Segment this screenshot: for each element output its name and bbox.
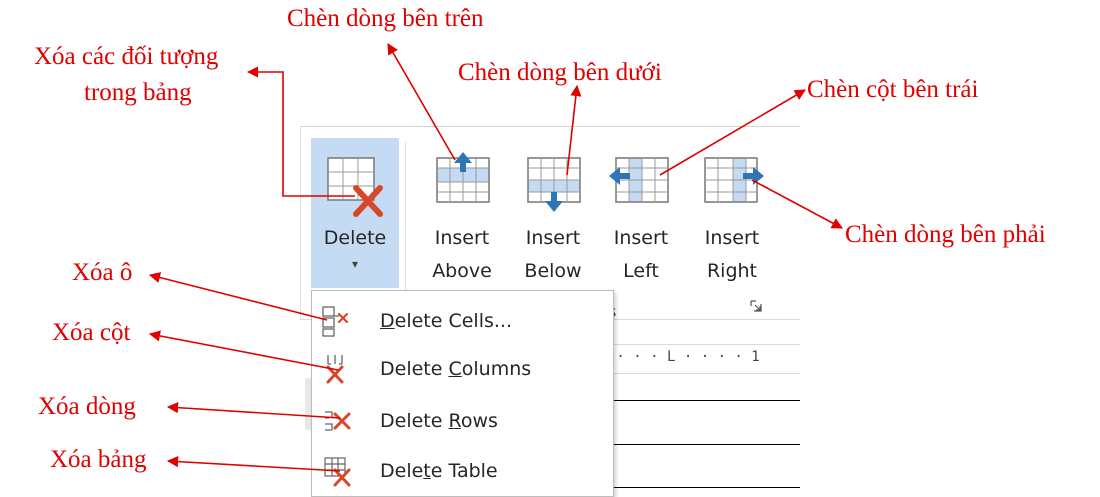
annotation-delete-cell: Xóa ô <box>72 259 133 286</box>
delete-table-grid-icon <box>320 146 390 222</box>
annotation-insert-row-above: Chèn dòng bên trên <box>287 5 484 32</box>
dialog-launcher-icon[interactable] <box>750 300 762 315</box>
insert-below-label-1: Insert <box>525 227 581 249</box>
insert-right-button[interactable]: Insert Right <box>693 138 771 288</box>
menu-item-delete-rows[interactable]: Delete Rows <box>312 399 613 443</box>
menu-item-label: Delete Table <box>380 460 498 482</box>
insert-right-icon <box>697 146 767 222</box>
insert-above-button[interactable]: Insert Above <box>423 138 501 288</box>
delete-columns-icon <box>319 352 357 386</box>
annotation-delete-table: Xóa bảng <box>50 446 147 473</box>
insert-left-button[interactable]: Insert Left <box>602 138 680 288</box>
delete-table-icon <box>319 454 357 488</box>
insert-above-label-1: Insert <box>434 227 490 249</box>
insert-above-label-2: Above <box>432 260 492 282</box>
delete-cells-icon <box>319 304 357 338</box>
insert-left-icon <box>606 146 676 222</box>
annotation-delete-objects-1: Xóa các đối tượng <box>34 43 219 70</box>
delete-button[interactable]: Delete ▾ <box>311 138 399 288</box>
insert-below-button[interactable]: Insert Below <box>514 138 592 288</box>
annotation-delete-objects-2: trong bảng <box>84 79 192 106</box>
annotation-insert-col-left: Chèn cột bên trái <box>807 76 979 103</box>
annotation-insert-right: Chèn dòng bên phải <box>845 221 1046 248</box>
arrow-delete-column <box>148 330 339 371</box>
chevron-down-icon: ▾ <box>351 257 359 271</box>
insert-below-icon <box>518 146 588 222</box>
insert-right-label-2: Right <box>706 260 758 282</box>
delete-button-label: Delete <box>323 227 387 249</box>
menu-item-label: Delete Columns <box>380 358 532 380</box>
insert-left-label-1: Insert <box>613 227 669 249</box>
table-border-line <box>612 487 800 488</box>
menu-item-delete-columns[interactable]: Delete Columns <box>312 347 613 391</box>
table-border-line <box>612 400 800 401</box>
delete-rows-icon <box>319 404 357 438</box>
ribbon-left-edge <box>300 126 301 320</box>
annotation-insert-row-below: Chèn dòng bên dưới <box>458 59 662 86</box>
menu-item-delete-table[interactable]: Delete Table <box>312 449 613 493</box>
menu-item-label: Delete Cells... <box>380 310 513 332</box>
insert-above-icon <box>427 146 497 222</box>
table-border-line <box>612 444 800 445</box>
menu-item-delete-cells[interactable]: Delete Cells... <box>312 299 613 343</box>
menu-item-label: Delete Rows <box>380 410 498 432</box>
annotation-delete-column: Xóa cột <box>52 319 131 346</box>
insert-left-label-2: Left <box>623 260 659 282</box>
insert-right-label-1: Insert <box>704 227 760 249</box>
insert-below-label-2: Below <box>524 260 582 282</box>
delete-dropdown-menu: Delete Cells... Delete Columns Delete Ro… <box>311 290 614 497</box>
group-separator <box>405 142 406 312</box>
annotation-delete-row: Xóa dòng <box>38 393 136 420</box>
horizontal-ruler: · · · L · · · · 1 <box>608 344 800 374</box>
